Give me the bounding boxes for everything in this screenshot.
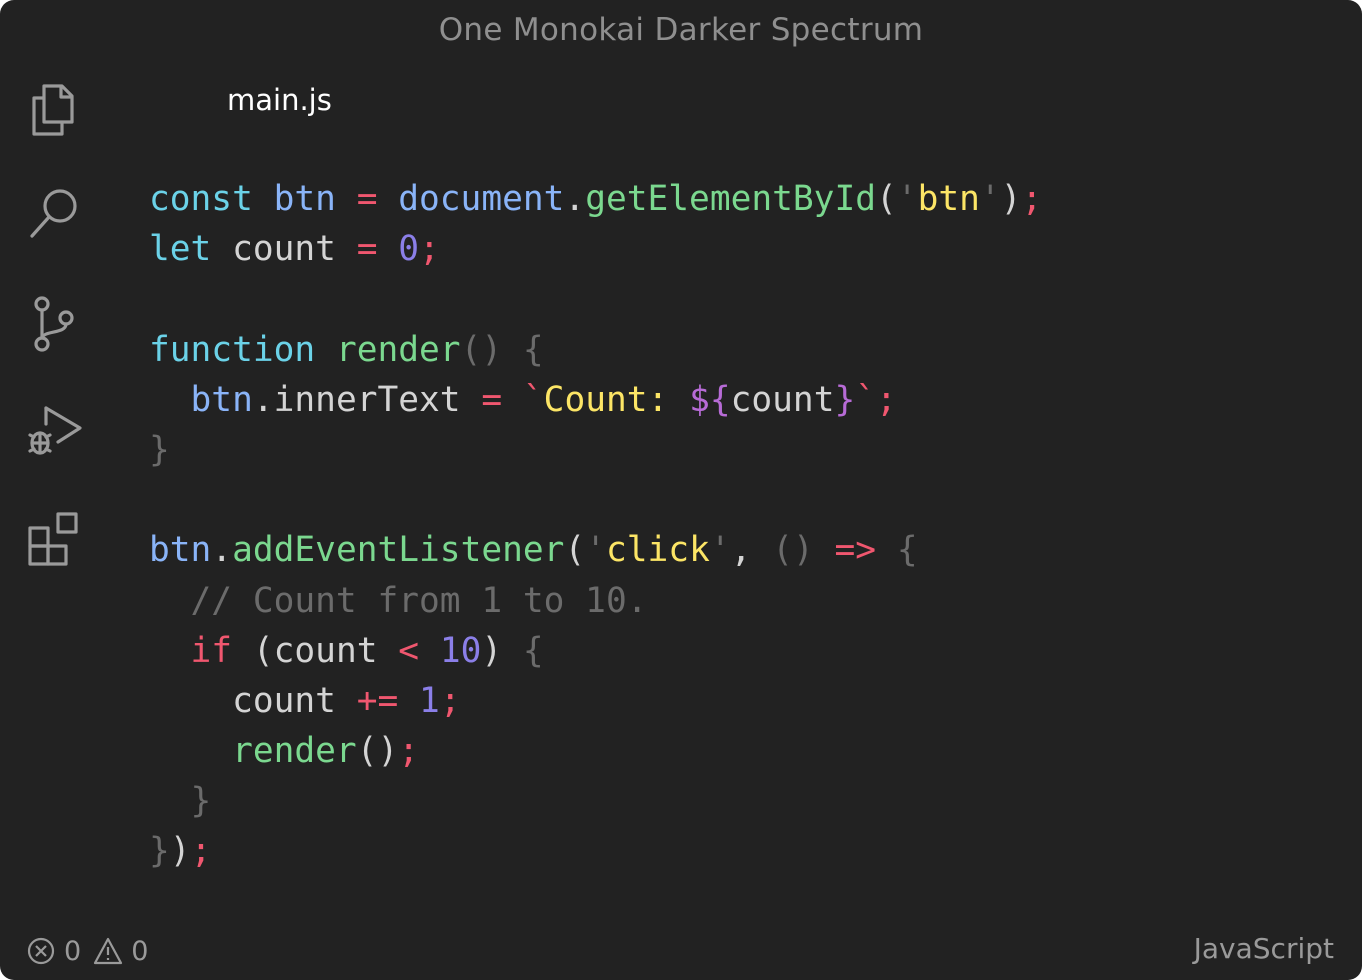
search-icon[interactable] (22, 182, 86, 246)
code-token: += (356, 680, 399, 721)
source-control-icon[interactable] (22, 292, 86, 356)
status-bar-problems: 0 0 (26, 930, 160, 972)
editor-window: One Monokai Darker Spectrum main.js cons… (0, 0, 1362, 980)
code-token: if (149, 630, 233, 671)
code-token: 1 (419, 680, 440, 721)
code-token: innerText (273, 379, 461, 420)
code-token: } (149, 781, 212, 822)
code-token: Count: (543, 379, 690, 420)
code-editor[interactable]: const btn = document.getElementById('btn… (149, 174, 1042, 877)
code-token: () (772, 530, 835, 571)
code-token: { (522, 630, 544, 671)
tab-main-js[interactable]: main.js (227, 78, 332, 122)
code-token: (count (232, 630, 399, 671)
code-token: ) (481, 630, 523, 671)
code-token: ) (169, 831, 191, 872)
code-token: ; (190, 831, 212, 872)
code-token: getElementById (585, 179, 876, 219)
code-token: count (149, 680, 357, 721)
code-token: btn (917, 179, 980, 219)
code-line[interactable]: render(); (149, 726, 1042, 776)
code-token: () (356, 731, 399, 772)
code-token: ( (876, 179, 897, 219)
code-token: } (834, 379, 856, 420)
errors-count: 0 (64, 935, 82, 967)
code-token: ; (876, 379, 897, 420)
error-icon (27, 937, 55, 965)
code-token: ; (398, 731, 420, 772)
code-token: btn (149, 379, 253, 420)
code-token: btn (149, 530, 212, 571)
code-token: btn (273, 179, 336, 219)
code-token: { (876, 530, 918, 571)
code-token: = (335, 229, 399, 270)
code-line[interactable]: btn.addEventListener('click', () => { (149, 525, 1042, 575)
code-token: ' (896, 179, 918, 219)
code-line[interactable]: } (149, 425, 1042, 475)
code-token: => (834, 530, 877, 571)
code-line[interactable]: }); (149, 826, 1042, 876)
code-token: } (149, 429, 170, 470)
code-token: < (398, 630, 420, 671)
code-token: document (398, 179, 565, 219)
code-token: count (232, 229, 336, 270)
code-line[interactable]: btn.innerText = `Count: ${count}`; (149, 375, 1042, 425)
code-token: = (335, 179, 399, 219)
files-icon[interactable] (22, 76, 86, 140)
code-token: let (149, 229, 233, 270)
warnings-count: 0 (131, 935, 149, 967)
code-token: , (730, 530, 773, 571)
code-line[interactable]: if (count < 10) { (149, 626, 1042, 676)
code-token: render (149, 731, 357, 772)
code-token: } (149, 831, 170, 872)
code-line[interactable]: count += 1; (149, 676, 1042, 726)
code-token: ; (1021, 179, 1043, 219)
code-token: addEventListener (232, 530, 565, 571)
code-token: = (460, 379, 523, 420)
window-title: One Monokai Darker Spectrum (438, 12, 924, 48)
errors-indicator[interactable]: 0 (26, 936, 81, 967)
extensions-icon[interactable] (22, 508, 86, 572)
code-token: ` (855, 379, 877, 420)
code-line[interactable]: let count = 0; (149, 224, 1042, 274)
code-line[interactable]: // Count from 1 to 10. (149, 576, 1042, 626)
code-token: ' (585, 530, 606, 571)
code-token: ' (979, 179, 1001, 219)
code-token: ( (564, 530, 586, 571)
code-token: ' (709, 530, 731, 571)
code-token: . (211, 530, 233, 571)
code-token: 10 (439, 630, 482, 671)
run-debug-icon[interactable] (22, 400, 86, 464)
code-token: // Count from 1 to 10. (149, 580, 648, 621)
code-line[interactable] (149, 475, 1042, 525)
language-mode[interactable]: JavaScript (1194, 928, 1334, 970)
code-token: . (564, 179, 586, 219)
code-token: ${ (689, 379, 731, 420)
code-token: function (149, 329, 336, 370)
code-token: click (606, 530, 710, 571)
code-token: ; (419, 229, 440, 270)
warnings-indicator[interactable]: 0 (93, 936, 148, 967)
code-token: () { (460, 329, 544, 370)
code-token: const (149, 179, 274, 219)
code-token: . (252, 379, 274, 420)
code-line[interactable]: } (149, 776, 1042, 826)
code-line[interactable]: const btn = document.getElementById('btn… (149, 174, 1042, 224)
code-token: ` (522, 379, 544, 420)
warning-icon (94, 937, 123, 965)
code-token: ) (1000, 179, 1022, 219)
code-token: ; (439, 680, 461, 721)
code-token: 0 (398, 229, 420, 270)
code-token: render (335, 329, 461, 370)
code-line[interactable] (149, 274, 1042, 324)
code-token: count (730, 379, 835, 420)
code-line[interactable]: function render() { (149, 325, 1042, 375)
